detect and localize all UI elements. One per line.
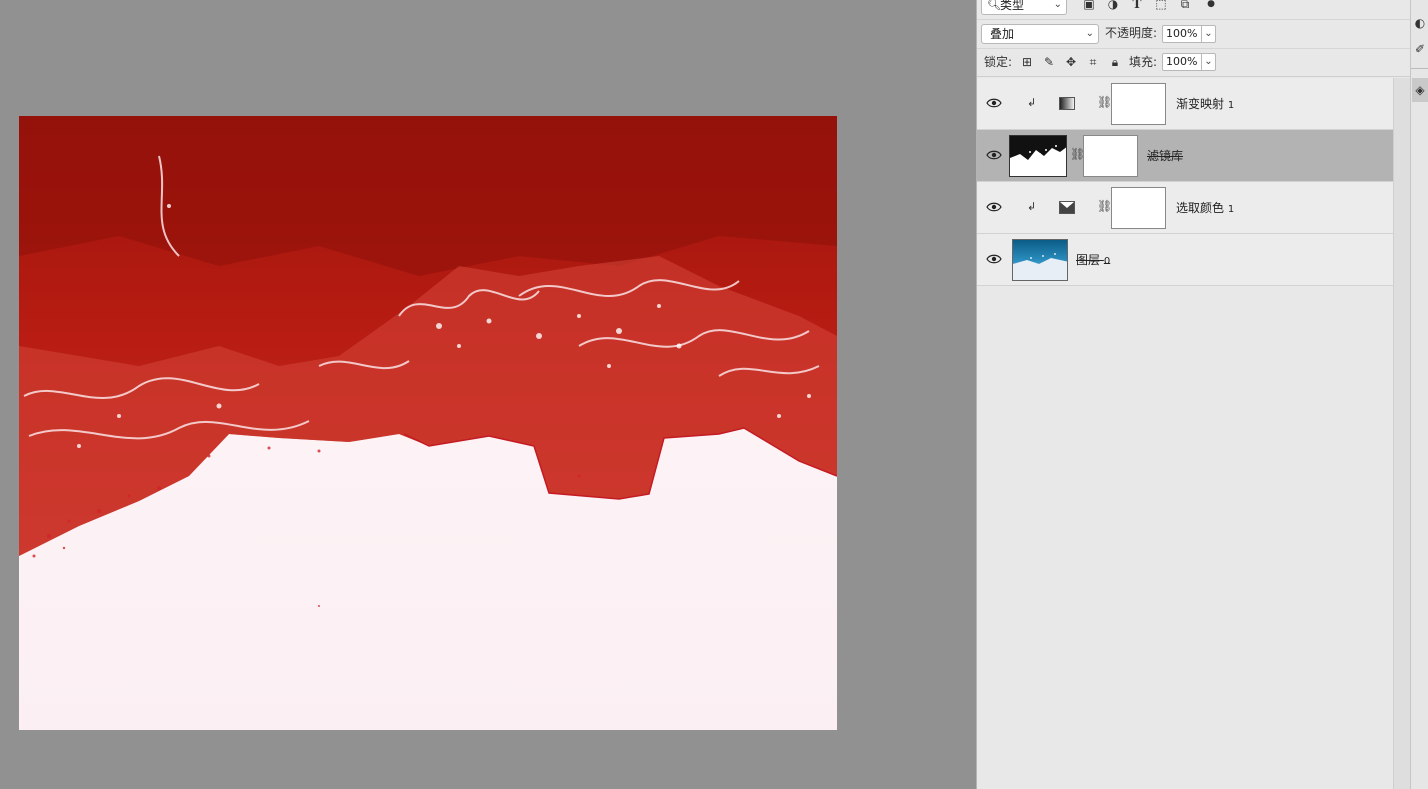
layers-panel: 🔍︎ 类型 ⌄ ▣ ◑ T ⬚ ⧉ ● 叠加 ⌄ 不透明度: 100% ⌄ 锁定…: [976, 0, 1411, 789]
fill-label: 填充:: [1129, 55, 1158, 69]
lock-label: 锁定:: [984, 55, 1013, 69]
pixel-layer-filter-icon[interactable]: ▣: [1081, 0, 1097, 12]
layer-filter-bar: 🔍︎ 类型 ⌄ ▣ ◑ T ⬚ ⧉ ●: [977, 0, 1411, 20]
search-icon: 🔍︎: [987, 0, 1001, 11]
blend-mode-select[interactable]: 叠加 ⌄: [981, 24, 1099, 44]
lock-artboard-icon[interactable]: ⌗: [1085, 54, 1101, 70]
layer-thumbnail[interactable]: [1012, 239, 1068, 281]
type-layer-filter-icon[interactable]: T: [1129, 0, 1145, 12]
eye-icon[interactable]: [986, 252, 1002, 266]
filter-toggle-icon[interactable]: ●: [1203, 0, 1219, 12]
layers-scrollbar[interactable]: [1393, 78, 1411, 789]
lock-transparent-pixels-icon[interactable]: ⊞: [1019, 54, 1035, 70]
layers-list: ↲ ⛓︎ 渐变映射 1 ⛓︎ 滤镜库 ↲ ⛓︎ 选取颜色 1 图层 0: [977, 78, 1393, 789]
dock-divider: [1411, 68, 1428, 69]
lock-position-icon[interactable]: ✥: [1063, 54, 1079, 70]
layer-thumbnail[interactable]: [1009, 135, 1067, 177]
opacity-label: 不透明度:: [1105, 26, 1158, 40]
fill-input[interactable]: 100%: [1162, 53, 1202, 71]
link-icon[interactable]: ⛓︎: [1097, 95, 1112, 109]
lock-all-icon[interactable]: 🔒︎: [1107, 54, 1123, 70]
layer-name[interactable]: 选取颜色 1: [1176, 199, 1234, 216]
layer-mask-thumbnail[interactable]: [1111, 187, 1166, 229]
layer-row-image[interactable]: 图层 0: [977, 234, 1393, 286]
document-canvas-area[interactable]: [0, 0, 976, 789]
layer-name[interactable]: 渐变映射 1: [1176, 95, 1234, 112]
layer-name[interactable]: 图层 0: [1076, 251, 1110, 268]
layer-row-selective-color[interactable]: ↲ ⛓︎ 选取颜色 1: [977, 182, 1393, 234]
blend-opacity-bar: 叠加 ⌄ 不透明度: 100% ⌄: [977, 20, 1411, 49]
paths-icon[interactable]: ✐: [1413, 42, 1427, 56]
eye-icon[interactable]: [986, 96, 1002, 110]
selective-color-icon: [1059, 201, 1075, 214]
eye-icon[interactable]: [986, 148, 1002, 162]
filter-kind-select[interactable]: 🔍︎ 类型 ⌄: [981, 0, 1067, 15]
lock-fill-bar: 锁定: ⊞ ✎ ✥ ⌗ 🔒︎ 填充: 100% ⌄: [977, 48, 1411, 77]
layer-name[interactable]: 滤镜库: [1147, 147, 1183, 164]
layer-mask-thumbnail[interactable]: [1083, 135, 1138, 177]
eye-icon[interactable]: [986, 200, 1002, 214]
chevron-down-icon: ⌄: [1085, 28, 1094, 39]
chevron-down-icon: ⌄: [1053, 0, 1062, 10]
layer-mask-thumbnail[interactable]: [1111, 83, 1166, 125]
lock-image-pixels-icon[interactable]: ✎: [1041, 54, 1057, 70]
gradient-map-icon: [1059, 97, 1075, 110]
adjustment-layer-filter-icon[interactable]: ◑: [1105, 0, 1121, 12]
link-icon[interactable]: ⛓︎: [1097, 199, 1112, 213]
opacity-input[interactable]: 100%: [1162, 25, 1202, 43]
smart-object-filter-icon[interactable]: ⧉: [1177, 0, 1193, 12]
shape-layer-filter-icon[interactable]: ⬚: [1153, 0, 1169, 12]
right-dock: ◐ ✐ ◈: [1410, 0, 1428, 789]
opacity-dropdown-button[interactable]: ⌄: [1202, 25, 1216, 43]
layer-row-filter-gallery[interactable]: ⛓︎ 滤镜库: [977, 130, 1393, 182]
layers-dock-tab[interactable]: ◈: [1412, 78, 1428, 102]
layer-row-gradient-map[interactable]: ↲ ⛓︎ 渐变映射 1: [977, 78, 1393, 130]
channels-icon[interactable]: ◐: [1413, 16, 1427, 30]
layers-icon: ◈: [1415, 83, 1425, 97]
document-image[interactable]: [19, 116, 837, 730]
blend-mode-value: 叠加: [990, 27, 1015, 41]
fill-dropdown-button[interactable]: ⌄: [1202, 53, 1216, 71]
clipping-mask-arrow-icon: ↲: [1027, 200, 1037, 213]
clipping-mask-arrow-icon: ↲: [1027, 96, 1037, 109]
